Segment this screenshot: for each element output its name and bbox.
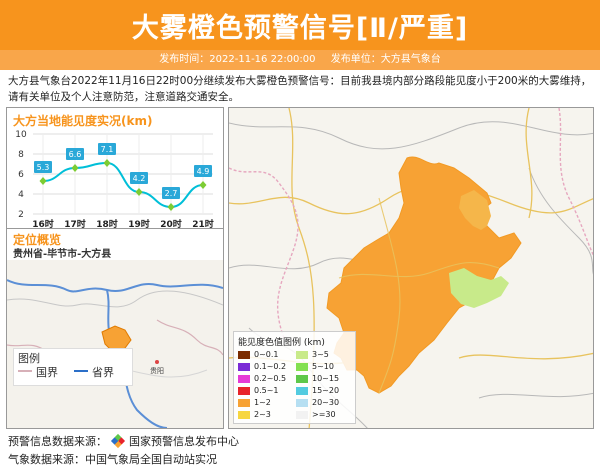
legend-swatch <box>238 386 250 395</box>
legend-item: >=30 <box>296 410 336 420</box>
data-label: 4.2 <box>133 174 146 183</box>
data-label: 2.7 <box>165 189 178 198</box>
legend-item: 15~20 <box>296 386 339 396</box>
legend-item: 0~0.1 <box>238 350 279 360</box>
header: 大雾橙色预警信号[Ⅱ/严重] 发布时间：2022-11-16 22:00:00 … <box>0 0 600 70</box>
data-point <box>39 177 47 185</box>
legend-item: 1~2 <box>238 398 271 408</box>
publish-time: 发布时间：2022-11-16 22:00:00 <box>159 54 316 65</box>
overview-legend: 图例 国界 省界 <box>13 348 133 386</box>
legend-label: 2~3 <box>254 410 271 419</box>
section-divider <box>7 228 223 229</box>
national-border-label: 国界 <box>36 366 58 379</box>
warning-center-icon <box>110 433 125 449</box>
weather-source-line: 气象数据来源：中国气象局全国自动站实况 <box>8 453 217 466</box>
data-point <box>103 159 111 167</box>
legend-label: 0.2~0.5 <box>254 374 287 383</box>
map-legend-title: 能见度色值图例 (km) <box>238 338 325 348</box>
publish-unit: 发布单位：大方县气象台 <box>330 54 441 65</box>
warning-description: 大方县气象台2022年11月16日22时00分继续发布大雾橙色预警信号：目前我县… <box>8 75 592 103</box>
legend-swatch <box>296 362 308 371</box>
location-map-svg: 贵阳 <box>7 279 223 428</box>
y-tick-label: 4 <box>18 190 24 200</box>
data-label: 6.6 <box>69 150 82 159</box>
visibility-chart: 24681016时 17时 18时 19时 20时 21时5.36.67.14.22.74… <box>15 130 213 230</box>
meta-bar: 发布时间：2022-11-16 22:00:00 发布单位：大方县气象台 <box>0 50 600 70</box>
legend-label: >=30 <box>312 410 336 419</box>
legend-label: 15~20 <box>312 386 340 395</box>
legend-label: 0.5~1 <box>254 386 279 395</box>
legend-label: 0~0.1 <box>254 350 279 359</box>
location-path: 贵州省-毕节市-大方县 <box>13 249 112 260</box>
legend-label: 10~15 <box>312 374 340 383</box>
legend-item: 0.5~1 <box>238 386 279 396</box>
legend-swatch <box>296 374 308 383</box>
legend-swatch <box>238 374 250 383</box>
legend-item: 10~15 <box>296 374 339 384</box>
data-label: 7.1 <box>101 145 114 154</box>
legend-swatch <box>238 350 250 359</box>
y-tick-label: 10 <box>15 130 27 140</box>
national-border-swatch <box>18 370 32 372</box>
data-point <box>167 203 175 211</box>
legend-swatch <box>296 350 308 359</box>
map-legend: 能见度色值图例 (km) 0~0.1 3~5 0.1~0.2 5~10 0.2~0.5 1… <box>233 331 356 424</box>
province-border-label: 省界 <box>92 366 114 379</box>
legend-swatch <box>238 362 250 371</box>
left-panel: 大方当地能见度实况(km) 2 4 6 8 10 16时 17时 18时 19时 20时 21时 5.… <box>6 107 224 429</box>
warning-source-name: 国家预警信息发布中心 <box>129 435 239 448</box>
data-point <box>199 181 207 189</box>
legend-item: 0.2~0.5 <box>238 374 286 384</box>
legend-label: 5~10 <box>312 362 334 371</box>
warning-source-label: 预警信息数据来源： <box>8 435 107 448</box>
data-label: 5.3 <box>37 163 50 172</box>
location-overview-map: 贵阳 图例 国界 省界 <box>7 260 223 428</box>
legend-label: 20~30 <box>312 398 340 407</box>
legend-label: 3~5 <box>312 350 329 359</box>
city-label: 贵阳 <box>150 366 164 375</box>
legend-swatch <box>296 398 308 407</box>
legend-item: 3~5 <box>296 350 329 360</box>
legend-swatch <box>296 410 308 419</box>
y-tick-label: 8 <box>18 150 24 160</box>
legend-item: 20~30 <box>296 398 339 408</box>
legend-swatch <box>238 398 250 407</box>
legend-item: 0.1~0.2 <box>238 362 286 372</box>
legend-swatch <box>238 410 250 419</box>
legend-label: 0.1~0.2 <box>254 362 287 371</box>
legend-item: 2~3 <box>238 410 271 420</box>
data-point <box>71 164 79 172</box>
data-point <box>135 188 143 196</box>
warning-title: 大雾橙色预警信号[Ⅱ/严重] <box>131 13 469 44</box>
y-tick-label: 2 <box>18 210 24 220</box>
data-label: 4.9 <box>197 167 210 176</box>
province-border-swatch <box>74 370 88 372</box>
legend-label: 1~2 <box>254 398 271 407</box>
y-tick-label: 6 <box>18 170 24 180</box>
series-line <box>42 161 204 209</box>
legend-item: 5~10 <box>296 362 334 372</box>
visibility-section-title: 大方当地能见度实况(km) <box>13 114 153 128</box>
warning-source-line: 预警信息数据来源： 国家预警信息发布中心 <box>8 433 239 449</box>
legend-swatch <box>296 386 308 395</box>
